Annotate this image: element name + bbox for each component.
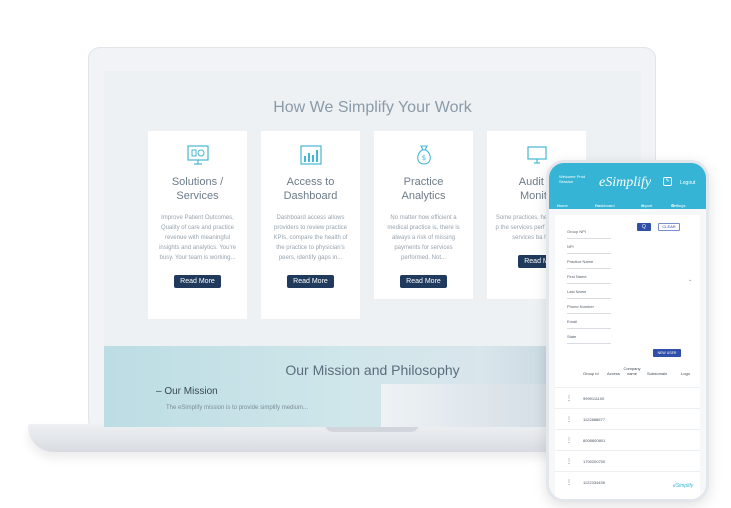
card-solutions: Solutions / Services Improve Patient Outc…: [148, 131, 247, 319]
clear-button[interactable]: CLEAR: [658, 223, 680, 231]
bar-chart-icon: [299, 145, 322, 165]
npi-field[interactable]: NPI: [567, 244, 611, 254]
email-field[interactable]: Email: [567, 319, 611, 329]
table-row[interactable]: ⋮ 1122888677: [555, 408, 700, 429]
card-title: Solutions / Services: [171, 176, 224, 202]
table-row[interactable]: ⋮ 1700200700: [555, 450, 700, 471]
more-vertical-icon[interactable]: ⋮: [566, 395, 572, 402]
monitor-icon: [526, 146, 547, 164]
table-row[interactable]: ⋮ 8008800801: [555, 429, 700, 450]
section-title: How We Simplify Your Work: [273, 99, 472, 116]
read-more-button[interactable]: Read More: [400, 275, 447, 288]
more-vertical-icon[interactable]: ⋮: [566, 416, 572, 423]
phone-number-field[interactable]: Phone Number: [567, 304, 611, 314]
phone-header: Welcome Prod Session eSimplify ✎ Logout …: [549, 163, 706, 213]
logout-link[interactable]: Logout: [680, 180, 695, 186]
welcome-text: Welcome Prod Session: [559, 174, 586, 184]
more-vertical-icon[interactable]: ⋮: [566, 458, 572, 465]
phone-nav: ⌂ Home 〰 Dashboard ⇩ Import Data ⚙ Setti…: [557, 203, 686, 213]
card-text: Dashboard access allows providers to rev…: [273, 215, 348, 261]
search-button[interactable]: Q: [637, 223, 651, 231]
new-user-button[interactable]: NEW USER: [653, 349, 681, 357]
money-bag-icon: $: [416, 145, 431, 165]
group-npi-field[interactable]: Group NPI: [567, 229, 611, 239]
card-text: No matter how efficient a medical practi…: [387, 215, 460, 261]
column-header: Group Id: [583, 371, 599, 376]
app-logo: eSimplify: [599, 175, 652, 190]
chevron-down-icon[interactable]: ⌄: [688, 277, 692, 283]
card-text: Improve Patient Outcomes, Quality of car…: [159, 215, 236, 261]
first-name-field[interactable]: First Name: [567, 274, 611, 284]
mission-text: The eSimplify mission is to provide simp…: [166, 405, 309, 411]
edit-icon[interactable]: ✎: [663, 177, 672, 186]
column-header: Logo: [681, 371, 690, 376]
card-title: Access to Dashboard: [283, 176, 338, 202]
card-dashboard: Access to Dashboard Dashboard access allo…: [261, 131, 360, 319]
practice-name-field[interactable]: Practice Name: [567, 259, 611, 269]
column-header: Company name: [623, 366, 641, 376]
last-name-field[interactable]: Last Name: [567, 289, 611, 299]
state-field[interactable]: State: [567, 334, 611, 344]
search-icon: Q: [642, 224, 646, 230]
phone-frame: Welcome Prod Session eSimplify ✎ Logout …: [546, 160, 709, 502]
footer-logo: eSimplify: [673, 483, 694, 489]
more-vertical-icon[interactable]: ⋮: [566, 437, 572, 444]
read-more-button[interactable]: Read More: [174, 275, 221, 288]
stage: How We Simplify Your Work Solutions / Ser…: [0, 0, 731, 508]
table-row[interactable]: ⋮ 9999111100: [555, 387, 700, 408]
more-vertical-icon[interactable]: ⋮: [566, 479, 572, 486]
presentation-chart-icon: [186, 145, 209, 165]
card-analytics: $ Practice Analytics No matter how effici…: [374, 131, 473, 299]
column-header: Access: [607, 371, 620, 376]
read-more-button[interactable]: Read More: [287, 275, 334, 288]
card-title: Practice Analytics: [401, 176, 446, 202]
mission-subtitle: – Our Mission: [156, 386, 218, 397]
phone-body: Q CLEAR Group NPI NPI Practice Name Firs…: [555, 215, 700, 499]
svg-text:$: $: [421, 154, 425, 162]
column-header: Subdomain: [647, 371, 668, 376]
